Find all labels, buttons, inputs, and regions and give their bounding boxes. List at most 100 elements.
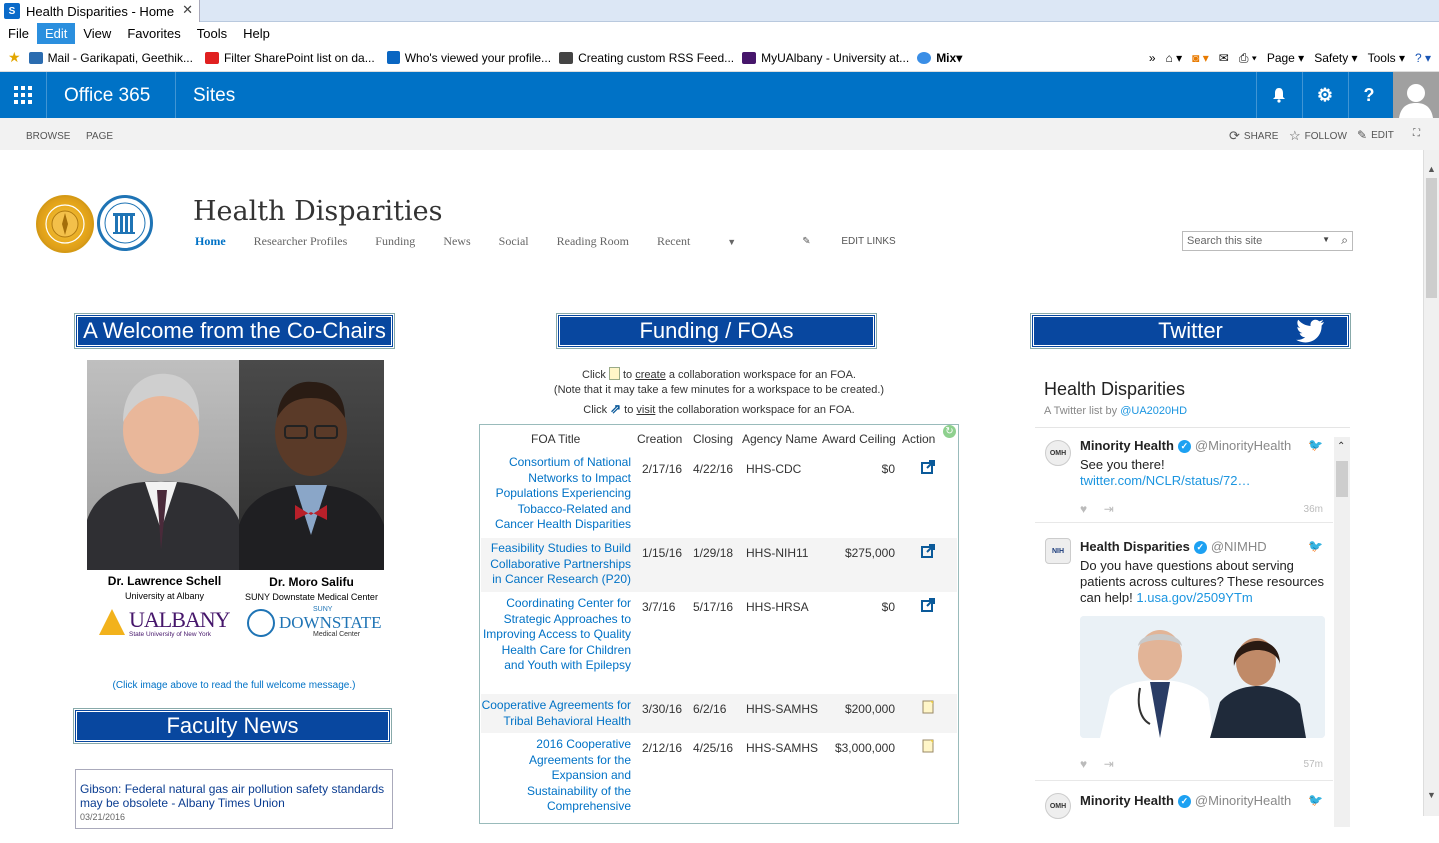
browser-tab[interactable]: S Health Disparities - Home ✕ [0,0,200,22]
welcome-note-link[interactable]: (Click image above to read the full welc… [74,680,394,691]
menu-file[interactable]: File [0,23,37,44]
notifications-bell-icon[interactable] [1256,72,1302,118]
twitter-bird-icon[interactable]: 🐦 [1308,438,1323,452]
tweet-author[interactable]: Minority Health ✓ @MinorityHealth [1080,793,1291,808]
visit-link[interactable]: visit [636,404,655,416]
foa-title-link[interactable]: 2016 Cooperative Agreements for the Expa… [481,737,631,815]
close-tab-icon[interactable]: ✕ [182,2,193,18]
tweet[interactable]: OMH Minority Health ✓ @MinorityHealth 🐦 [1035,783,1333,843]
visit-workspace-icon[interactable] [921,544,935,558]
foa-title-link[interactable]: Cooperative Agreements for Tribal Behavi… [481,698,631,729]
share-tweet-icon[interactable]: ⇥ [1104,757,1114,771]
tools-menu[interactable]: Tools ▾ [1368,51,1405,65]
column-award-ceiling[interactable]: Award Ceiling [822,432,896,446]
focus-mode-icon[interactable]: ⛶ [1413,128,1420,139]
column-agency-name[interactable]: Agency Name [742,432,817,446]
user-avatar[interactable] [1393,72,1439,118]
twitter-scrollbar[interactable]: ⌃ [1334,437,1350,827]
page-scrollbar[interactable]: ▲ ▼ [1423,150,1439,816]
scrollbar-thumb[interactable] [1426,178,1437,298]
column-closing[interactable]: Closing [693,432,733,446]
ribbon-tab-browse[interactable]: BROWSE [26,131,70,142]
tweet-time[interactable]: 36m [1304,504,1323,515]
scroll-up-icon[interactable]: ▲ [1427,164,1436,174]
twitter-list-title[interactable]: Health Disparities [1044,379,1185,400]
welcome-image[interactable]: Dr. Lawrence Schell University at Albany… [87,360,384,642]
tweet-avatar[interactable]: OMH [1045,793,1071,819]
app-launcher-icon[interactable] [0,72,46,118]
twitter-bird-icon[interactable]: 🐦 [1308,793,1323,807]
nav-researcher-profiles[interactable]: Researcher Profiles [254,234,348,249]
visit-workspace-icon[interactable] [921,460,935,474]
settings-gear-icon[interactable]: ⚙ [1302,72,1348,118]
favorite-link-rss[interactable]: Creating custom RSS Feed... [559,51,734,65]
tweet[interactable]: OMH Minority Health ✓ @MinorityHealth 🐦 Se… [1035,428,1333,523]
menu-tools[interactable]: Tools [189,23,235,44]
site-search-input[interactable]: Search this site ▼ ⌕ [1182,231,1353,251]
create-workspace-icon[interactable] [921,739,935,753]
edit-button[interactable]: ✎ EDIT [1357,128,1394,142]
suny-downstate-seal-icon[interactable] [97,195,153,251]
create-link[interactable]: create [635,369,666,381]
tweet-author[interactable]: Health Disparities ✓ @NIMHD [1080,539,1267,554]
scroll-down-icon[interactable]: ▼ [1427,790,1436,800]
tweet-link[interactable]: twitter.com/NCLR/status/72… [1080,473,1251,488]
menu-edit[interactable]: Edit [36,22,76,44]
tweet-image[interactable] [1080,616,1325,738]
page-menu[interactable]: Page ▾ [1267,51,1304,65]
help-icon[interactable]: ? [1346,72,1392,118]
nav-recent[interactable]: Recent ▼ [657,234,764,249]
chevron-more-icon[interactable]: » [1149,51,1156,65]
nav-home[interactable]: Home [195,234,226,249]
site-title[interactable]: Health Disparities [193,196,442,227]
share-tweet-icon[interactable]: ⇥ [1104,502,1114,516]
foa-title-link[interactable]: Consortium of National Networks to Impac… [481,455,631,533]
ribbon-tab-page[interactable]: PAGE [86,131,113,142]
twitter-scrollbar-thumb[interactable] [1336,461,1348,497]
office365-brand[interactable]: Office 365 [64,85,150,107]
visit-workspace-icon[interactable] [921,598,935,612]
nav-reading-room[interactable]: Reading Room [557,234,629,249]
favorite-link-myualbany[interactable]: MyUAlbany - University at... [742,51,909,65]
safety-menu[interactable]: Safety ▾ [1314,51,1357,65]
nav-funding[interactable]: Funding [375,234,415,249]
foa-title-link[interactable]: Feasibility Studies to Build Collaborati… [481,541,631,588]
favorite-link-linkedin[interactable]: Who's viewed your profile... [386,51,551,65]
tweet-time[interactable]: 57m [1304,759,1323,770]
help-menu[interactable]: ? ▾ [1415,51,1431,65]
tweet-avatar[interactable]: OMH [1045,440,1071,466]
news-item-link[interactable]: Gibson: Federal natural gas air pollutio… [80,782,388,810]
print-icon[interactable]: ⎙ ▾ [1239,51,1257,66]
twitter-list-owner-link[interactable]: @UA2020HD [1120,405,1187,417]
favorite-link-mail[interactable]: Mail - Garikapati, Geethik... [28,51,193,65]
mail-read-icon[interactable]: ✉ [1219,51,1229,65]
like-heart-icon[interactable]: ♥ [1080,757,1087,771]
tweet-author[interactable]: Minority Health ✓ @MinorityHealth [1080,438,1291,453]
scroll-up-icon[interactable]: ⌃ [1337,441,1345,452]
nav-social[interactable]: Social [499,234,529,249]
menu-favorites[interactable]: Favorites [119,23,188,44]
edit-links-button[interactable]: ✎ EDIT LINKS [802,236,923,247]
nav-news[interactable]: News [443,234,470,249]
menu-view[interactable]: View [75,23,119,44]
follow-button[interactable]: ☆ FOLLOW [1289,128,1347,144]
tweet[interactable]: NIH Health Disparities ✓ @NIMHD 🐦 Do you h… [1035,531,1333,781]
university-at-albany-seal-icon[interactable] [36,195,94,253]
home-icon[interactable]: ⌂ ▾ [1166,51,1183,65]
column-foa-title[interactable]: FOA Title [531,432,580,446]
create-workspace-icon[interactable] [921,700,935,714]
favorite-link-youtube[interactable]: Filter SharePoint list on da... [204,51,375,65]
rss-icon[interactable]: ◙ ▾ [1192,51,1209,65]
menu-help[interactable]: Help [235,23,278,44]
search-scope-chevron-icon[interactable]: ▼ [1322,235,1330,244]
like-heart-icon[interactable]: ♥ [1080,502,1087,516]
twitter-bird-icon[interactable]: 🐦 [1308,539,1323,553]
refresh-icon[interactable]: ↻ [943,425,956,438]
tweet-link[interactable]: 1.usa.gov/2509YTm [1136,590,1252,605]
column-creation[interactable]: Creation [637,432,682,446]
column-action[interactable]: Action [902,432,935,446]
sites-link[interactable]: Sites [193,85,235,107]
favorites-star-icon[interactable]: ★ [8,49,21,66]
share-button[interactable]: ⟳ SHARE [1229,128,1278,144]
tweet-avatar[interactable]: NIH [1045,538,1071,564]
